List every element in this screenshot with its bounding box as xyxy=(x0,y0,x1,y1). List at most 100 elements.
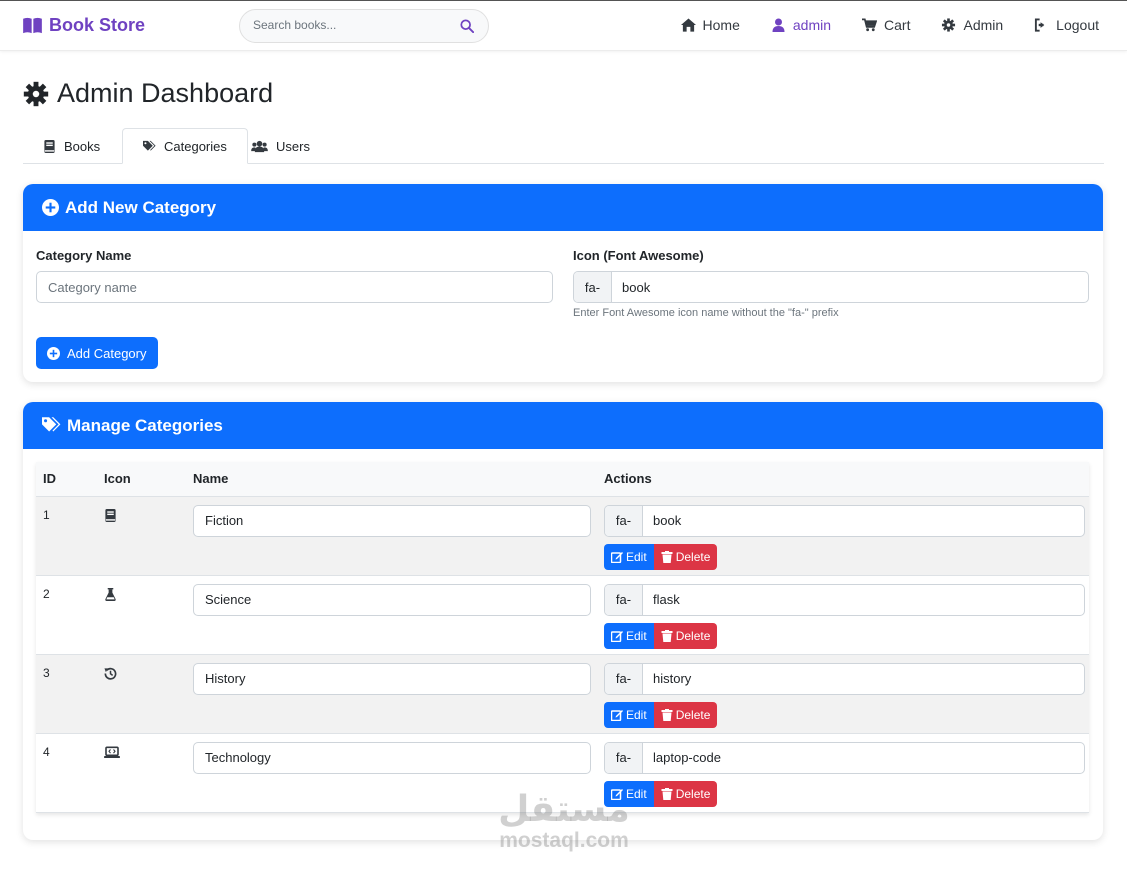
row-id: 2 xyxy=(43,586,50,601)
category-name-label: Category Name xyxy=(36,248,132,263)
table-row: 3 fa- xyxy=(36,654,1089,733)
row-id: 4 xyxy=(43,744,50,759)
watermark-arabic: مستقل xyxy=(498,789,630,830)
nav-logout-label: Logout xyxy=(1056,17,1099,33)
tab-categories[interactable]: Categories xyxy=(122,128,248,164)
row-name-cell xyxy=(186,575,597,654)
row-name-input[interactable] xyxy=(193,504,591,537)
row-icon-prefix: fa- xyxy=(605,584,643,615)
gear-icon xyxy=(23,81,49,106)
row-icon-input[interactable] xyxy=(643,663,1084,694)
row-actions-cell: fa- Edit Delete xyxy=(597,575,1089,654)
open-book-icon xyxy=(23,17,42,34)
table-row: 1 fa- xyxy=(36,496,1089,575)
edit-icon xyxy=(611,709,623,721)
row-icon-prefix: fa- xyxy=(605,663,643,694)
row-name-input[interactable] xyxy=(193,662,591,695)
trash-icon xyxy=(661,550,673,563)
tags-icon xyxy=(42,417,61,432)
delete-button[interactable]: Delete xyxy=(653,701,718,728)
row-icon-cell xyxy=(97,496,186,575)
history-icon xyxy=(104,667,117,680)
row-name-cell xyxy=(186,654,597,733)
delete-button[interactable]: Delete xyxy=(653,543,718,570)
nav-admin[interactable]: Admin xyxy=(941,17,1003,33)
edit-button-label: Edit xyxy=(626,549,647,564)
nav-user-label: admin xyxy=(792,17,832,33)
icon-prefix: fa- xyxy=(574,272,612,302)
delete-button-label: Delete xyxy=(675,549,711,564)
trash-icon xyxy=(661,629,673,642)
manage-categories-card: Manage Categories ID Icon Name Actions 1 xyxy=(23,402,1103,840)
categories-table: ID Icon Name Actions 1 Fiction fa- book … xyxy=(36,462,1089,813)
navbar: Book Store Home admin Cart Admin Logout xyxy=(0,1,1127,51)
table-row: 2 fa- xyxy=(36,575,1089,654)
book-icon xyxy=(105,508,116,522)
nav-cart-label: Cart xyxy=(884,17,911,33)
edit-icon xyxy=(611,630,623,642)
tab-bar: Books Categories Users xyxy=(23,128,1104,164)
plus-circle-icon xyxy=(47,346,60,360)
icon-input[interactable] xyxy=(612,272,1088,302)
row-icon-cell xyxy=(97,733,186,812)
edit-button-label: Edit xyxy=(626,707,647,722)
nav-home-label: Home xyxy=(702,17,740,33)
col-name: Name xyxy=(186,462,597,497)
row-icon-prefix: fa- xyxy=(605,742,643,773)
add-category-button[interactable]: Add Category xyxy=(36,337,158,369)
col-id: ID xyxy=(36,462,97,497)
delete-button-label: Delete xyxy=(675,786,711,801)
row-icon-input[interactable] xyxy=(643,584,1084,615)
edit-button[interactable]: Edit xyxy=(604,543,654,570)
delete-button[interactable]: Delete xyxy=(653,780,718,807)
search-box xyxy=(239,9,489,43)
tab-books-label: Books xyxy=(64,138,101,154)
nav-cart[interactable]: Cart xyxy=(862,17,910,33)
search-input[interactable] xyxy=(253,18,453,32)
row-actions-cell: fa- Edit Delete xyxy=(597,733,1089,812)
delete-button-label: Delete xyxy=(675,628,711,643)
add-category-header: Add New Category xyxy=(23,184,1103,231)
edit-button[interactable]: Edit xyxy=(604,701,654,728)
watermark: مستقل mostaql.com xyxy=(494,790,634,852)
tab-users-label: Users xyxy=(276,138,310,154)
row-icon-input-group: fa- xyxy=(604,662,1085,695)
table-header-row: ID Icon Name Actions xyxy=(36,462,1089,497)
tab-books[interactable]: Books xyxy=(23,128,120,164)
page-title: Admin Dashboard xyxy=(23,78,273,109)
row-icon-input-group: fa- xyxy=(604,583,1085,616)
add-category-card: Add New Category Category Name Icon (Fon… xyxy=(23,184,1103,382)
brand-link[interactable]: Book Store xyxy=(22,15,145,36)
search-icon[interactable] xyxy=(460,19,474,33)
row-id: 1 xyxy=(43,507,50,522)
icon-label: Icon (Font Awesome) xyxy=(573,248,704,263)
edit-button-label: Edit xyxy=(626,628,647,643)
add-category-title: Add New Category xyxy=(65,197,217,217)
tab-users[interactable]: Users xyxy=(231,128,330,164)
edit-button[interactable]: Edit xyxy=(604,622,654,649)
row-icon-cell xyxy=(97,654,186,733)
row-button-group: Edit Delete xyxy=(604,622,1089,649)
row-icon-input[interactable] xyxy=(643,742,1084,773)
row-name-input[interactable] xyxy=(193,741,591,774)
nav-links: Home admin Cart Admin Logout xyxy=(650,17,1099,33)
users-icon xyxy=(251,140,268,152)
row-icon-input-group: fa- xyxy=(604,741,1085,774)
tab-categories-label: Categories xyxy=(164,138,227,154)
trash-icon xyxy=(661,708,673,721)
row-button-group: Edit Delete xyxy=(604,543,1089,570)
delete-button[interactable]: Delete xyxy=(653,622,718,649)
manage-categories-title: Manage Categories xyxy=(67,415,223,435)
watermark-latin: mostaql.com xyxy=(499,829,629,852)
nav-home[interactable]: Home xyxy=(680,17,740,33)
row-name-input[interactable] xyxy=(193,583,591,616)
row-icon-prefix: fa- xyxy=(605,505,643,536)
row-icon-input[interactable] xyxy=(643,505,1084,536)
col-actions: Actions xyxy=(597,462,1089,497)
categories-table-wrap: ID Icon Name Actions 1 Fiction fa- book … xyxy=(36,462,1089,813)
nav-logout[interactable]: Logout xyxy=(1034,17,1099,33)
nav-admin-label: Admin xyxy=(963,17,1004,33)
category-name-input[interactable] xyxy=(36,271,553,303)
nav-user[interactable]: admin xyxy=(771,17,831,33)
edit-icon xyxy=(611,551,623,563)
